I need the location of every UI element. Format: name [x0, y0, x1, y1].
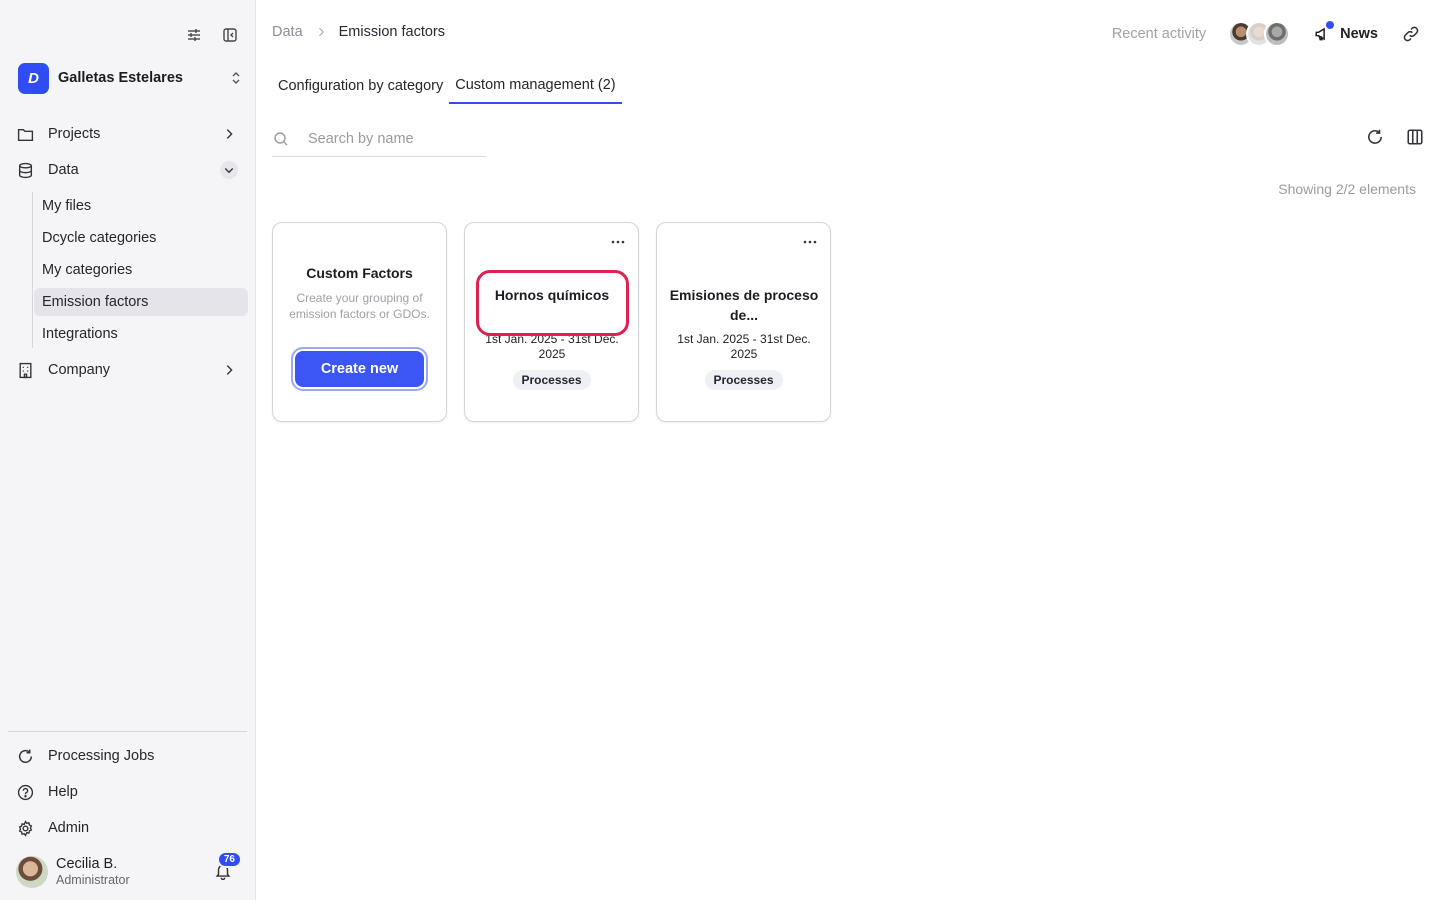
- news-unread-dot: [1326, 21, 1335, 29]
- notification-badge: 76: [216, 851, 242, 868]
- folder-icon: [16, 125, 34, 143]
- sidebar-item-dcycle-categories[interactable]: Dcycle categories: [34, 224, 248, 252]
- building-icon: [16, 361, 34, 379]
- emission-factor-card[interactable]: Hornos químicos 1st Jan. 2025 - 31st Dec…: [464, 222, 639, 422]
- sidebar-top-icons: [183, 24, 241, 46]
- user-role: Administrator: [56, 873, 130, 887]
- org-logo: D: [18, 62, 49, 94]
- table-tools: [1366, 128, 1424, 146]
- sidebar-item-company[interactable]: Company: [8, 352, 248, 388]
- sidebar-item-label: Projects: [48, 126, 101, 142]
- gear-icon: [16, 819, 34, 837]
- sidebar-item-label: Processing Jobs: [48, 748, 155, 764]
- create-card-title: Custom Factors: [306, 265, 413, 281]
- avatar: [1264, 21, 1291, 47]
- refresh-icon[interactable]: [1366, 128, 1384, 146]
- tab-custom-management[interactable]: Custom management (2): [449, 68, 622, 104]
- columns-icon[interactable]: [1406, 128, 1424, 146]
- user-profile[interactable]: Cecilia B. Administrator 76: [16, 851, 248, 890]
- card-date-range: 1st Jan. 2025 - 31st Dec. 2025: [485, 332, 619, 361]
- create-card: Custom Factors Create your grouping of e…: [272, 222, 447, 422]
- link-icon[interactable]: [1402, 25, 1420, 43]
- sidebar-item-my-files[interactable]: My files: [34, 192, 248, 220]
- news-button[interactable]: News: [1314, 21, 1378, 43]
- create-new-button[interactable]: Create new: [295, 351, 424, 387]
- megaphone-icon: [1314, 21, 1335, 43]
- card-title: Hornos químicos: [494, 287, 610, 303]
- sidebar-item-label: Data: [48, 162, 79, 178]
- sidebar-nav: Projects Data My files Dcycle categories…: [8, 116, 248, 388]
- card-title: Emisiones de proceso de...: [669, 287, 819, 323]
- chevron-down-icon[interactable]: [220, 161, 238, 179]
- org-name: Galletas Estelares: [58, 70, 183, 86]
- chevron-up-down-icon: [228, 70, 244, 86]
- emission-factor-card[interactable]: Emisiones de proceso de... 1st Jan. 2025…: [656, 222, 831, 422]
- refresh-icon: [16, 747, 34, 765]
- main-content: Data Emission factors Recent activity Ne…: [256, 0, 1440, 900]
- search-input[interactable]: [308, 131, 478, 147]
- tabs: Configuration by category Custom managem…: [272, 68, 622, 104]
- cards-grid: Custom Factors Create your grouping of e…: [272, 222, 831, 422]
- collapse-sidebar-icon[interactable]: [219, 24, 241, 46]
- sliders-icon[interactable]: [183, 24, 205, 46]
- sidebar-item-projects[interactable]: Projects: [8, 116, 248, 152]
- sidebar-item-data[interactable]: Data: [8, 152, 248, 188]
- sidebar-item-admin[interactable]: Admin: [8, 810, 248, 846]
- sidebar-item-integrations[interactable]: Integrations: [34, 320, 248, 348]
- help-icon: [16, 783, 34, 801]
- tab-configuration-by-category[interactable]: Configuration by category: [272, 68, 449, 104]
- create-card-description: Create your grouping of emission factors…: [289, 291, 430, 321]
- results-count: Showing 2/2 elements: [1278, 181, 1416, 197]
- header-actions: Recent activity News: [1112, 18, 1420, 50]
- chevron-right-icon: [315, 26, 327, 38]
- sidebar-bottom-nav: Processing Jobs Help Admin: [8, 738, 248, 846]
- breadcrumb: Data Emission factors: [272, 24, 445, 40]
- user-name: Cecilia B.: [56, 856, 118, 872]
- sidebar-item-label: Admin: [48, 820, 90, 836]
- sidebar-item-my-categories[interactable]: My categories: [34, 256, 248, 284]
- recent-activity-link[interactable]: Recent activity: [1112, 26, 1206, 42]
- collaborator-avatars[interactable]: [1228, 21, 1291, 47]
- avatar: [16, 856, 48, 888]
- org-switcher[interactable]: D Galletas Estelares: [18, 62, 244, 94]
- sidebar-item-label: Company: [48, 362, 111, 378]
- breadcrumb-current: Emission factors: [338, 24, 446, 40]
- card-date-range: 1st Jan. 2025 - 31st Dec. 2025: [677, 332, 811, 361]
- more-options-icon[interactable]: [802, 234, 818, 250]
- chevron-right-icon: [220, 125, 238, 143]
- news-label: News: [1340, 26, 1378, 42]
- sidebar-item-label: Help: [48, 784, 78, 800]
- breadcrumb-root[interactable]: Data: [272, 24, 303, 40]
- search-icon: [273, 131, 289, 147]
- chevron-right-icon: [220, 361, 238, 379]
- sidebar-item-help[interactable]: Help: [8, 774, 248, 810]
- more-options-icon[interactable]: [610, 234, 626, 250]
- search-box: [272, 122, 486, 157]
- data-subnav: My files Dcycle categories My categories…: [32, 192, 248, 348]
- sidebar-divider: [8, 731, 247, 732]
- database-icon: [16, 161, 34, 179]
- sidebar: D Galletas Estelares Projects Data My fi…: [0, 0, 256, 900]
- category-tag: Processes: [512, 370, 591, 390]
- sidebar-item-emission-factors[interactable]: Emission factors: [34, 288, 248, 316]
- sidebar-item-processing-jobs[interactable]: Processing Jobs: [8, 738, 248, 774]
- category-tag: Processes: [704, 370, 783, 390]
